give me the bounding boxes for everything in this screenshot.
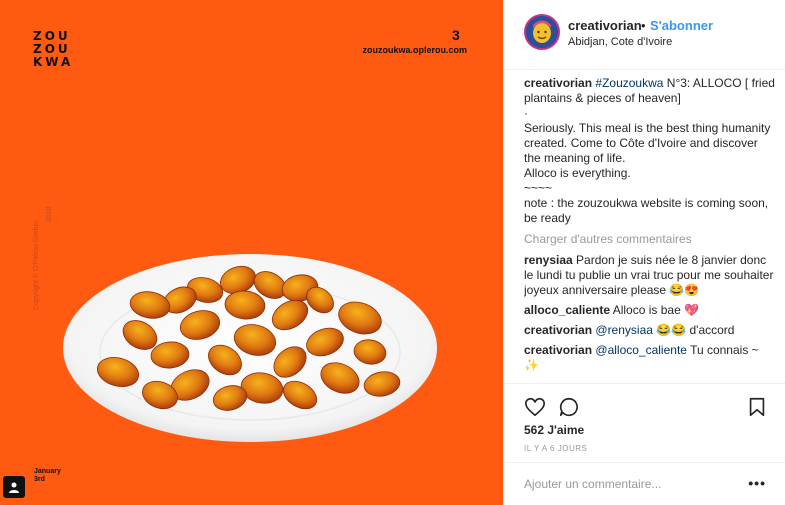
post-side-panel: creativorian • S'abonner Abidjan, Cote d…	[503, 0, 785, 505]
caption-username[interactable]: creativorian	[524, 76, 592, 90]
caption-line: note : the zouzoukwa website is coming s…	[524, 196, 769, 225]
person-icon	[9, 482, 19, 493]
post-actions: 562 J'aime IL Y A 6 JOURS	[504, 383, 785, 463]
alloco-plate-illustration	[63, 254, 437, 442]
copyright-year: 2018	[46, 206, 53, 222]
add-comment-bar: Ajouter un commentaire... •••	[504, 462, 785, 505]
comment: alloco_caliente Alloco is bae 💖	[524, 303, 776, 318]
post-timestamp[interactable]: IL Y A 6 JOURS	[524, 444, 587, 453]
instagram-post: ZOU ZOU KWA 3 zouzoukwa.oplerou.com Copy…	[0, 0, 785, 505]
caption-line: Alloco is everything.	[524, 166, 631, 180]
caption-line: ·	[524, 106, 528, 120]
comment-username[interactable]: alloco_caliente	[524, 303, 610, 317]
comment-username[interactable]: creativorian	[524, 343, 592, 357]
caption-line: Seriously. This meal is the best thing h…	[524, 121, 771, 165]
comments-section[interactable]: creativorian #Zouzoukwa N°3: ALLOCO [ fr…	[524, 76, 776, 383]
zouzoukwa-logo: ZOU ZOU KWA	[33, 30, 73, 69]
zouzoukwa-site: zouzoukwa.oplerou.com	[362, 45, 467, 55]
post-caption: creativorian #Zouzoukwa N°3: ALLOCO [ fr…	[524, 76, 776, 226]
comment: creativorian @alloco_caliente Tu connais…	[524, 343, 776, 373]
post-header: creativorian • S'abonner Abidjan, Cote d…	[504, 0, 785, 70]
comment-text: Alloco is bae 💖	[610, 303, 700, 317]
caption-line: ~~~~	[524, 181, 553, 195]
location-link[interactable]: Abidjan, Cote d'Ivoire	[568, 36, 672, 48]
header-separator: •	[641, 18, 646, 33]
comment-icon[interactable]	[558, 396, 580, 418]
zouzoukwa-number: 3	[452, 27, 460, 43]
date-month: January	[34, 468, 61, 475]
heart-icon[interactable]	[524, 396, 546, 418]
date-day: 3rd	[34, 476, 45, 483]
likes-count[interactable]: 562 J'aime	[524, 423, 584, 437]
comment-username[interactable]: creativorian	[524, 323, 592, 337]
header-username[interactable]: creativorian	[568, 18, 642, 33]
caption-hashtag[interactable]: #Zouzoukwa	[595, 76, 663, 90]
comment-input[interactable]: Ajouter un commentaire...	[524, 477, 661, 491]
comment-text: 😂😂 d'accord	[652, 323, 735, 337]
post-date-label: January 3rd	[34, 468, 61, 484]
comment: creativorian @renysiaa 😂😂 d'accord	[524, 323, 776, 338]
logo-line: KWA	[33, 55, 74, 69]
comment-username[interactable]: renysiaa	[524, 253, 573, 267]
comment-mention[interactable]: @alloco_caliente	[592, 343, 687, 357]
copyright-text: Copyright © O'Plérou Grebet	[33, 220, 40, 310]
load-more-comments-button[interactable]: Charger d'autres commentaires	[524, 232, 776, 247]
comment: renysiaa Pardon je suis née le 8 janvier…	[524, 253, 776, 298]
more-options-icon[interactable]: •••	[748, 475, 766, 491]
avatar[interactable]	[524, 14, 560, 50]
tagged-user-icon[interactable]	[3, 476, 25, 498]
post-image[interactable]: ZOU ZOU KWA 3 zouzoukwa.oplerou.com Copy…	[0, 0, 503, 505]
avatar-face-icon	[526, 16, 558, 48]
follow-button[interactable]: S'abonner	[650, 18, 713, 33]
comment-mention[interactable]: @renysiaa	[592, 323, 653, 337]
bookmark-icon[interactable]	[746, 396, 768, 418]
